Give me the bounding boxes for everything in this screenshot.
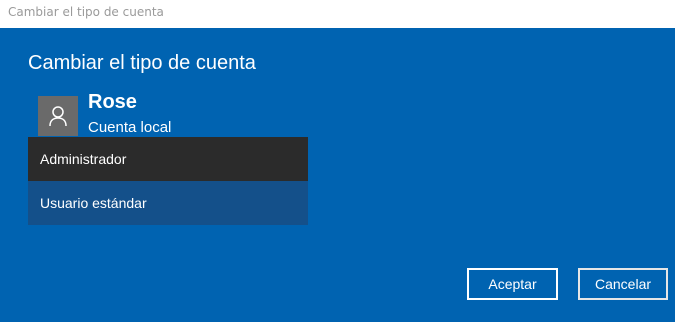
user-name: Rose	[88, 91, 137, 113]
option-standard-user[interactable]: Usuario estándar	[28, 181, 308, 225]
cancel-button[interactable]: Cancelar	[578, 268, 668, 300]
account-type-dropdown[interactable]: Administrador Usuario estándar	[28, 137, 308, 225]
option-administrator[interactable]: Administrador	[28, 137, 308, 181]
change-account-type-dialog: Cambiar el tipo de cuenta Rose Cuenta lo…	[0, 28, 675, 322]
title-bar: Cambiar el tipo de cuenta	[0, 0, 675, 28]
dialog-heading: Cambiar el tipo de cuenta	[28, 52, 256, 74]
window-title: Cambiar el tipo de cuenta	[8, 5, 164, 19]
avatar	[38, 96, 78, 136]
user-account-type: Cuenta local	[88, 119, 172, 136]
accept-button[interactable]: Aceptar	[467, 268, 558, 300]
user-icon	[49, 106, 67, 127]
